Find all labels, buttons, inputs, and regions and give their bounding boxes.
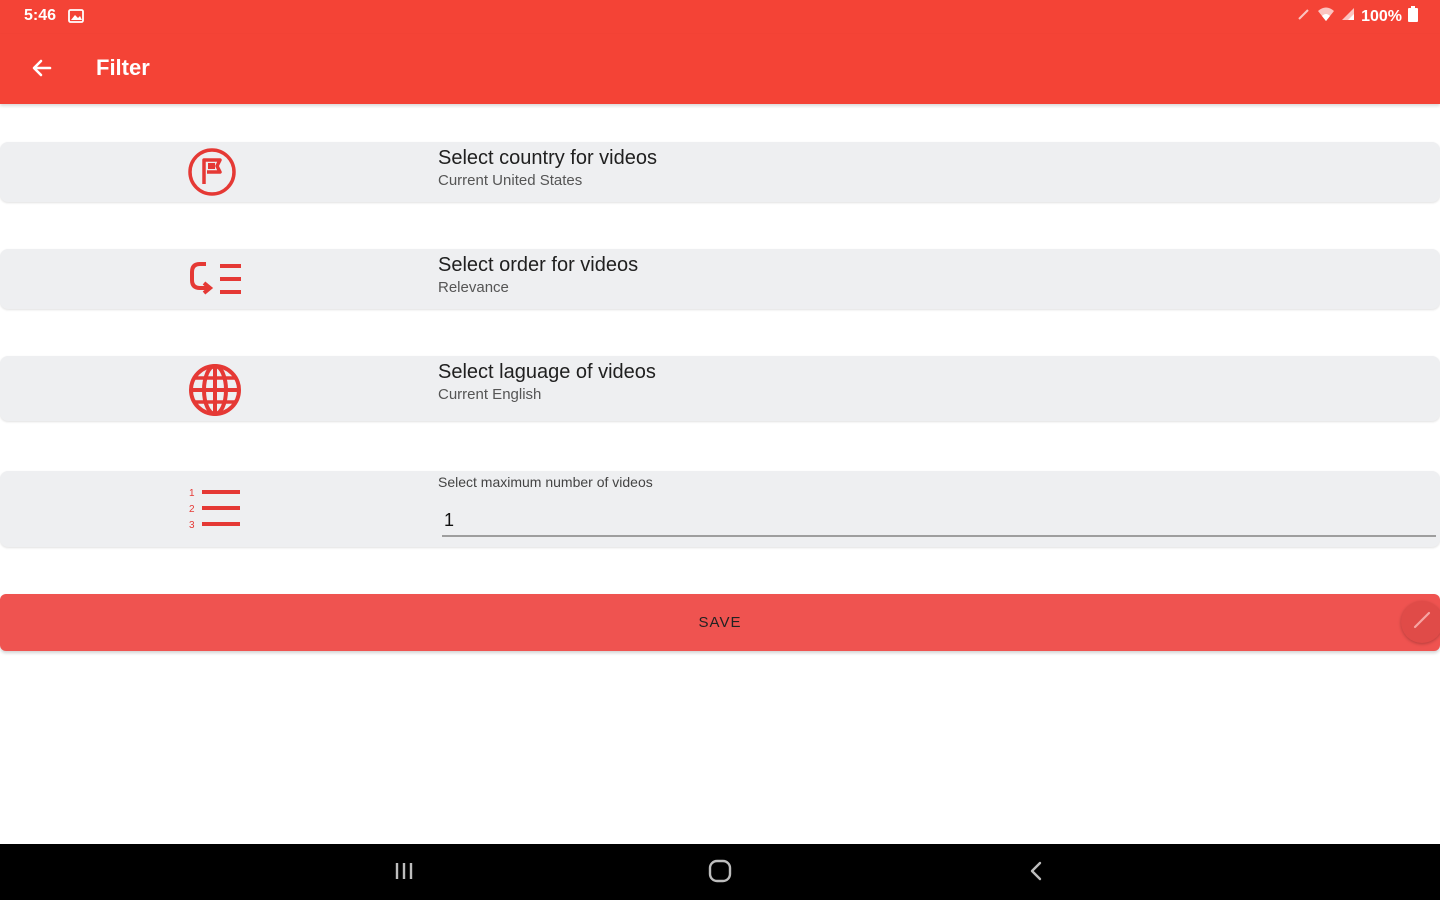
language-filter-value: Current English: [438, 386, 542, 403]
home-button[interactable]: [705, 858, 735, 888]
status-indicators: 100%: [1297, 6, 1418, 27]
country-filter-title: Select country for videos: [438, 147, 657, 169]
pencil-icon: [1411, 609, 1433, 636]
battery-icon: [1408, 6, 1418, 27]
svg-text:2: 2: [189, 504, 195, 515]
order-filter-value: Relevance: [438, 279, 509, 296]
save-button[interactable]: SAVE: [0, 594, 1440, 651]
page-title: Filter: [96, 55, 150, 80]
home-icon: [708, 859, 732, 888]
edit-fab[interactable]: [1401, 601, 1440, 643]
pencil-icon: [1297, 7, 1311, 26]
language-filter-card[interactable]: Select laguage of videos Current English: [0, 356, 1440, 421]
svg-text:1: 1: [189, 488, 195, 499]
numbered-list-icon: 1 2 3: [186, 485, 244, 538]
signal-icon: [1341, 7, 1355, 26]
max-videos-card: 1 2 3 Select maximum number of videos: [0, 471, 1440, 547]
recent-apps-icon: [393, 861, 415, 886]
order-filter-title: Select order for videos: [438, 254, 639, 276]
language-filter-title: Select laguage of videos: [438, 361, 656, 383]
globe-icon: [186, 361, 244, 424]
arrow-left-icon: [31, 57, 53, 84]
country-filter-value: Current United States: [438, 172, 583, 189]
back-icon: [1028, 860, 1044, 887]
battery-text: 100%: [1361, 7, 1402, 25]
status-time: 5:46: [24, 7, 57, 24]
status-bar: 5:46 100%: [0, 0, 1440, 34]
back-button[interactable]: [26, 54, 58, 86]
max-videos-label: Select maximum number of videos: [438, 474, 653, 490]
back-nav-button[interactable]: [1021, 858, 1051, 888]
flag-circle-icon: [186, 146, 238, 203]
max-videos-input[interactable]: [442, 505, 1436, 537]
image-icon: [68, 8, 84, 29]
wifi-icon: [1317, 6, 1335, 27]
recent-apps-button[interactable]: [389, 858, 419, 888]
svg-text:3: 3: [189, 520, 195, 531]
order-filter-card[interactable]: Select order for videos Relevance: [0, 249, 1440, 309]
country-filter-card[interactable]: Select country for videos Current United…: [0, 142, 1440, 202]
app-bar: Filter: [0, 34, 1440, 104]
system-nav-bar: [0, 844, 1440, 900]
sort-list-icon: [186, 255, 244, 310]
